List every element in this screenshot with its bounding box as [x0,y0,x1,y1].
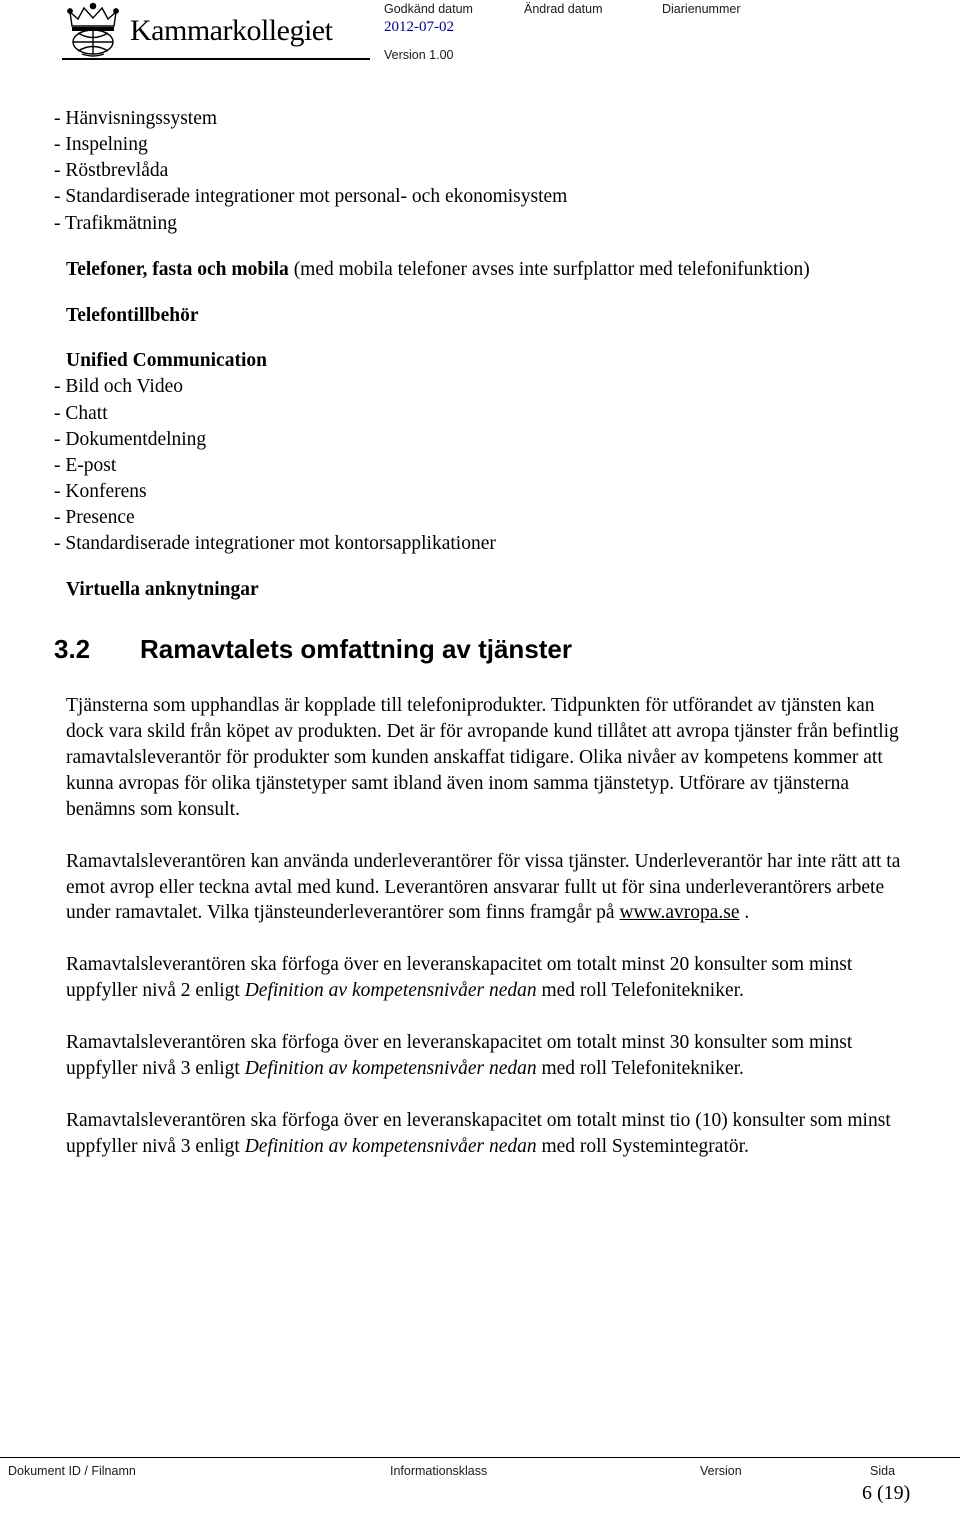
telefoner-heading: Telefoner, fasta och mobila [66,258,289,280]
page-title: Ramavtalets omfattning av tjänster [140,634,573,665]
avropa-link[interactable]: www.avropa.se [619,902,739,923]
paragraph-4: Ramavtalsleverantören ska förfoga över e… [66,1030,906,1082]
paragraph-3-text-b: med roll [536,980,612,1002]
header-label-andrad-datum: Ändrad datum [524,2,603,16]
list-item: - Standardiserade integrationer mot kont… [54,533,496,555]
paragraph-2-text-b: . [739,902,750,924]
organization-logo: Kammarkollegiet [62,0,333,58]
paragraph-4-italic: Definition av kompetensnivåer nedan [244,1058,537,1080]
paragraph-1: Tjänsterna som upphandlas är kopplade ti… [66,694,899,820]
paragraph-5: Ramavtalsleverantören ska förfoga över e… [66,1108,906,1160]
footer-label-document-id: Dokument ID / Filnamn [8,1464,136,1478]
paragraph-5-text-b: med roll Systemintegratör. [536,1135,749,1157]
crown-icon [67,2,119,57]
paragraph-3-italic: Definition av kompetensnivåer nedan [244,980,537,1002]
list-item: - Bild och Video [54,376,183,398]
section-number: 3.2 [54,634,91,665]
document-body: - Hänvisningssystem - Inspelning - Röstb… [54,106,906,1160]
footer-label-sida: Sida [870,1464,896,1478]
list-item: - Dokumentdelning [54,428,207,450]
header-label-diarienummer: Diarienummer [662,2,741,16]
paragraph-5-italic: Definition av kompetensnivåer nedan [244,1135,537,1157]
paragraph-3-text-c: Telefonitekniker. [611,980,744,1002]
list-item: - Chatt [54,402,108,424]
page-header: Kammarkollegiet Godkänd datum Ändrad dat… [54,0,906,86]
telefoner-paragraph: Telefoner, fasta och mobila (med mobila … [66,257,906,283]
footer-label-version: Version [700,1464,742,1478]
page-footer: Dokument ID / Filnamn Informationsklass … [0,1457,960,1516]
list-item: - E-post [54,454,117,476]
footer-page-number: 6 (19) [862,1482,911,1504]
paragraph-4-text-b: med roll Telefonitekniker. [536,1058,744,1080]
header-value-andrad-datum [524,19,662,36]
section-heading: 3.2 Ramavtalets omfattning av tjänster [54,633,906,667]
footer-label-informationsklass: Informationsklass [390,1464,488,1478]
logo-underline [62,58,370,60]
header-version: Version 1.00 [384,48,454,62]
list-item: - Röstbrevlåda [54,160,169,182]
list-item: - Hänvisningssystem [54,108,218,129]
list-item: - Trafikmätning [54,212,177,234]
list-item: - Inspelning [54,134,148,156]
list-item: - Presence [54,507,135,529]
list-item: - Standardiserade integrationer mot pers… [54,186,568,208]
header-value-diarienummer [662,19,822,36]
virtuella-anknytningar-heading: Virtuella anknytningar [66,579,259,601]
header-value-godkand-datum: 2012-07-02 [384,19,454,35]
telefontillbehor-heading: Telefontillbehör [66,304,199,326]
header-label-godkand-datum: Godkänd datum [384,2,473,16]
header-metadata: Godkänd datum Ändrad datum Diarienummer … [384,2,944,36]
paragraph-3: Ramavtalsleverantören ska förfoga över e… [66,952,906,1004]
unified-communication-heading: Unified Communication [66,350,267,372]
paragraph-2-text-a: Ramavtalsleverantören kan använda underl… [66,850,901,924]
list-item: - Konferens [54,480,147,502]
logo-text: Kammarkollegiet [130,14,333,47]
document-page: Kammarkollegiet Godkänd datum Ändrad dat… [0,0,960,1516]
paragraph-2: Ramavtalsleverantören kan använda underl… [66,849,906,927]
telefoner-description: (med mobila telefoner avses inte surfpla… [288,258,810,280]
